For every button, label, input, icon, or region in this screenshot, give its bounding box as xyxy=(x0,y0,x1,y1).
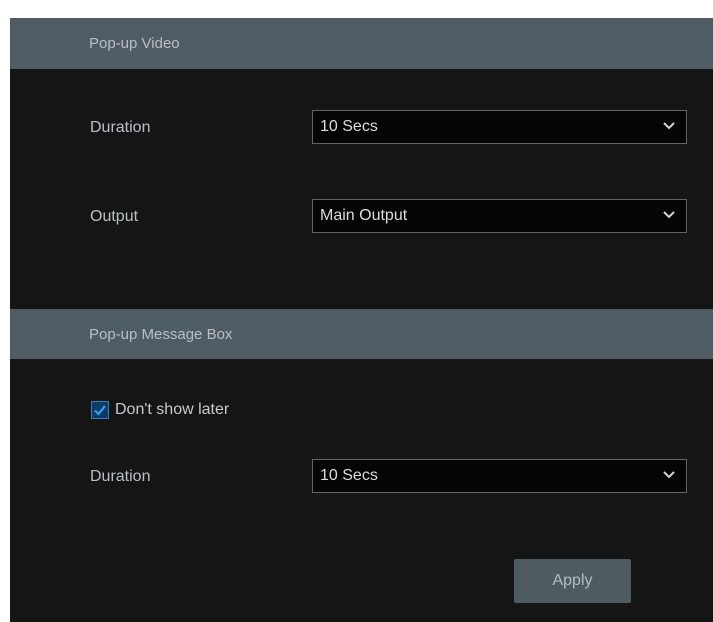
dont-show-later-checkbox[interactable] xyxy=(91,401,109,419)
output-label: Output xyxy=(90,208,139,225)
message-duration-label: Duration xyxy=(90,468,151,485)
video-duration-value: 10 Secs xyxy=(320,118,378,135)
dont-show-later-option[interactable]: Don't show later xyxy=(91,401,229,419)
chevron-down-icon xyxy=(663,211,675,219)
popup-settings-panel: Pop-up Video Duration 10 Secs Output Mai… xyxy=(10,18,713,622)
output-value: Main Output xyxy=(320,207,408,224)
checkmark-icon xyxy=(94,405,106,416)
dont-show-later-label: Don't show later xyxy=(115,401,230,418)
popup-message-header: Pop-up Message Box xyxy=(10,309,713,359)
chevron-down-icon xyxy=(663,122,675,130)
video-duration-select[interactable]: 10 Secs xyxy=(312,110,687,144)
popup-message-title: Pop-up Message Box xyxy=(89,325,233,343)
output-select[interactable]: Main Output xyxy=(312,199,687,233)
message-duration-value: 10 Secs xyxy=(320,467,378,484)
apply-button[interactable]: Apply xyxy=(514,559,631,603)
message-duration-select[interactable]: 10 Secs xyxy=(312,459,687,493)
popup-video-header: Pop-up Video xyxy=(10,18,713,69)
chevron-down-icon xyxy=(663,471,675,479)
video-duration-label: Duration xyxy=(90,119,151,136)
popup-video-title: Pop-up Video xyxy=(89,35,180,52)
